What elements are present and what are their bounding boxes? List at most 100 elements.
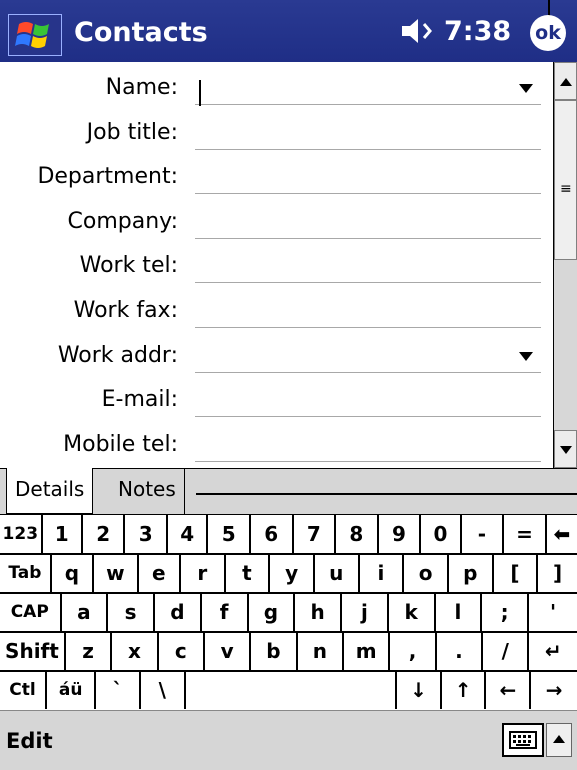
dropdown-arrow-icon[interactable] <box>519 351 533 361</box>
numeric-mode-key[interactable]: 123 <box>0 515 43 553</box>
key[interactable]: ` <box>96 671 141 709</box>
key[interactable]: c <box>159 632 205 670</box>
key[interactable]: / <box>483 632 530 670</box>
enter-key[interactable]: ↵ <box>529 632 577 670</box>
form-row: E-mail: <box>0 376 553 420</box>
key[interactable]: . <box>437 632 484 670</box>
key[interactable]: k <box>389 593 436 631</box>
key[interactable]: a <box>62 593 109 631</box>
field-input[interactable] <box>195 282 541 284</box>
key[interactable]: z <box>66 632 113 670</box>
text-caret <box>199 80 201 106</box>
key[interactable]: i <box>360 554 405 592</box>
soft-keyboard: 123 1 2 3 4 5 6 7 8 9 0- = ⬅ Tab q w e r t y u i o p[] CAP a s d f g h… <box>0 514 577 710</box>
key[interactable]: 5 <box>208 515 251 553</box>
key[interactable]: ↓ <box>397 671 442 709</box>
key[interactable]: o <box>404 554 449 592</box>
space-key[interactable] <box>186 671 398 709</box>
key[interactable]: d <box>155 593 202 631</box>
key[interactable]: → <box>531 671 577 709</box>
form-row: Work addr: <box>0 332 553 376</box>
key[interactable]: 8 <box>336 515 379 553</box>
key[interactable]: r <box>181 554 226 592</box>
key[interactable]: t <box>226 554 271 592</box>
input-panel-arrow-button[interactable] <box>546 723 572 757</box>
speaker-icon[interactable] <box>400 16 434 46</box>
callout-line <box>548 0 550 16</box>
key[interactable]: ← <box>487 671 532 709</box>
key[interactable]: \ <box>141 671 186 709</box>
scroll-up-button[interactable] <box>554 62 577 100</box>
key[interactable]: h <box>295 593 343 631</box>
menu-bar: Edit <box>0 710 577 770</box>
dropdown-arrow-icon[interactable] <box>519 84 533 93</box>
field-input[interactable] <box>195 148 541 150</box>
title-bar: Contacts 7:38 ok <box>0 0 577 62</box>
contact-form: Name: Job title: Department: Company: Work t… <box>0 62 553 468</box>
tab-key[interactable]: Tab <box>0 554 52 592</box>
field-input[interactable] <box>195 104 541 105</box>
form-row: Mobile tel: <box>0 421 553 465</box>
key[interactable]: [ <box>494 554 539 592</box>
callout-line <box>196 493 577 495</box>
keyboard-icon[interactable] <box>502 723 544 757</box>
key[interactable]: q <box>52 554 94 592</box>
scroll-thumb[interactable]: ≡ <box>554 100 577 260</box>
key[interactable]: , <box>390 632 437 670</box>
edit-menu[interactable]: Edit <box>6 729 53 753</box>
key[interactable]: w <box>94 554 139 592</box>
key[interactable]: ; <box>482 593 530 631</box>
key[interactable]: v <box>205 632 252 670</box>
backspace-key[interactable]: ⬅ <box>547 515 577 553</box>
field-input[interactable] <box>195 237 541 239</box>
key[interactable]: 0 <box>421 515 462 553</box>
international-key[interactable]: áü <box>47 671 97 709</box>
field-input[interactable] <box>195 193 541 195</box>
key[interactable]: ' <box>529 593 577 631</box>
key[interactable]: 1 <box>43 515 83 553</box>
key[interactable]: x <box>112 632 159 670</box>
field-label: Work addr: <box>57 342 178 368</box>
key[interactable]: e <box>139 554 181 592</box>
key[interactable]: ] <box>538 554 577 592</box>
form-row: Name: <box>0 64 553 108</box>
tab-notes[interactable]: Notes <box>110 468 185 514</box>
key[interactable]: l <box>436 593 483 631</box>
key[interactable]: 3 <box>125 515 169 553</box>
field-input[interactable] <box>195 327 541 328</box>
key[interactable]: g <box>249 593 296 631</box>
key[interactable]: f <box>202 593 249 631</box>
key[interactable]: ↑ <box>442 671 487 709</box>
field-input[interactable] <box>195 460 541 462</box>
key[interactable]: p <box>449 554 494 592</box>
key[interactable]: 4 <box>168 515 209 553</box>
key[interactable]: = <box>504 515 547 553</box>
key[interactable]: m <box>344 632 391 670</box>
key[interactable]: u <box>315 554 360 592</box>
field-label: Job title: <box>86 119 178 145</box>
key[interactable]: - <box>462 515 505 553</box>
field-label: Name: <box>105 75 178 100</box>
field-label: Work fax: <box>73 298 178 323</box>
ctrl-key[interactable]: Ctl <box>0 671 47 709</box>
key[interactable]: 2 <box>83 515 126 553</box>
start-button[interactable] <box>8 14 62 56</box>
key[interactable]: b <box>251 632 298 670</box>
field-input[interactable] <box>195 371 541 373</box>
form-row: Job title: <box>0 109 553 153</box>
tab-details[interactable]: Details <box>6 468 94 514</box>
caps-lock-key[interactable]: CAP <box>0 593 62 631</box>
key[interactable]: 9 <box>379 515 422 553</box>
key[interactable]: 6 <box>251 515 294 553</box>
vertical-scrollbar[interactable]: ≡ <box>553 62 577 468</box>
key[interactable]: j <box>342 593 389 631</box>
key[interactable]: 7 <box>294 515 337 553</box>
key[interactable]: n <box>298 632 344 670</box>
field-input[interactable] <box>195 416 541 418</box>
shift-key[interactable]: Shift <box>0 632 66 670</box>
ok-button[interactable]: ok <box>530 15 566 51</box>
clock[interactable]: 7:38 <box>444 16 511 47</box>
scroll-down-button[interactable] <box>554 430 577 468</box>
key[interactable]: s <box>108 593 155 631</box>
key[interactable]: y <box>270 554 315 592</box>
